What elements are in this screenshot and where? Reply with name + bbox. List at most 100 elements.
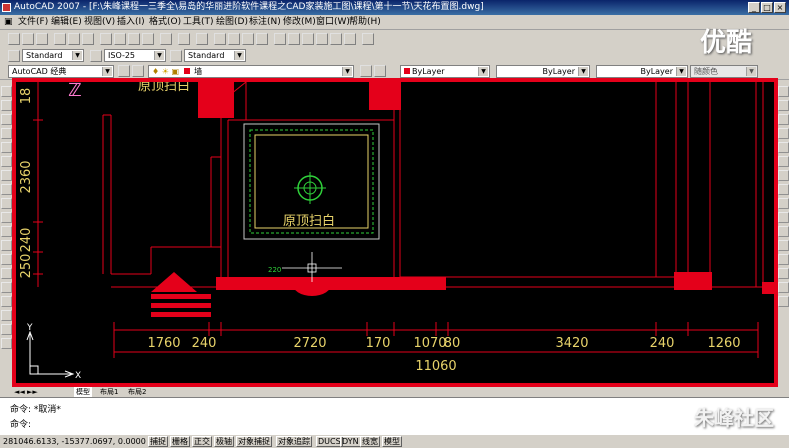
gradient-icon[interactable] [1, 296, 12, 307]
workspace-select[interactable]: AutoCAD 经典 ▼ [8, 65, 114, 78]
copy-object-icon[interactable] [778, 100, 789, 111]
region-icon[interactable] [1, 310, 12, 321]
line-icon[interactable] [1, 86, 12, 97]
save-icon[interactable] [36, 33, 48, 45]
command-line[interactable]: 命令: *取消* 命令: [0, 397, 789, 434]
drawing-canvas[interactable]: 原顶扫白 原顶扫白 220 18 2360 240 250 1760 240 2… [12, 78, 778, 387]
tab-layout2[interactable]: 布局2 [126, 387, 148, 397]
menu-file[interactable]: 文件(F) [18, 16, 48, 28]
lineweight-select[interactable]: ByLayer ▼ [596, 65, 688, 78]
polar-toggle[interactable]: 极轴 [214, 436, 234, 447]
paste-icon[interactable] [128, 33, 140, 45]
new-file-icon[interactable] [8, 33, 20, 45]
table-style-select[interactable]: Standard ▼ [184, 49, 246, 62]
menu-draw[interactable]: 绘图(D) [216, 16, 248, 28]
circle-icon[interactable] [1, 170, 12, 181]
break-icon[interactable] [778, 240, 789, 251]
layer-previous-icon[interactable] [374, 65, 386, 77]
workspace-settings-icon[interactable] [118, 65, 130, 77]
copy-icon[interactable] [114, 33, 126, 45]
model-space-toggle[interactable]: 模型 [382, 436, 402, 447]
point-icon[interactable] [1, 268, 12, 279]
osnap-toggle[interactable]: 对象捕捉 [236, 436, 272, 447]
dim-style-select[interactable]: ISO-25 ▼ [104, 49, 166, 62]
minimize-button[interactable]: _ [748, 2, 760, 13]
zoom-previous-icon[interactable] [256, 33, 268, 45]
polygon-icon[interactable] [1, 128, 12, 139]
polyline-icon[interactable] [1, 114, 12, 125]
match-properties-icon[interactable] [142, 33, 154, 45]
text-style-select[interactable]: Standard ▼ [22, 49, 84, 62]
plot-preview-icon[interactable] [68, 33, 80, 45]
undo-icon[interactable] [178, 33, 190, 45]
grid-toggle[interactable]: 栅格 [170, 436, 190, 447]
menu-edit[interactable]: 编辑(E) [51, 16, 82, 28]
redo-icon[interactable] [196, 33, 208, 45]
multiline-text-icon[interactable] [1, 338, 12, 349]
ortho-toggle[interactable]: 正交 [192, 436, 212, 447]
design-center-icon[interactable] [288, 33, 300, 45]
menu-format[interactable]: 格式(O) [149, 16, 181, 28]
markup-icon[interactable] [330, 33, 342, 45]
maximize-button[interactable]: □ [761, 2, 773, 13]
extend-icon[interactable] [778, 226, 789, 237]
publish-icon[interactable] [82, 33, 94, 45]
construction-line-icon[interactable] [1, 100, 12, 111]
mirror-icon[interactable] [778, 114, 789, 125]
menu-tools[interactable]: 工具(T) [183, 16, 214, 28]
offset-icon[interactable] [778, 128, 789, 139]
dyn-toggle[interactable]: DYN [340, 436, 361, 447]
table-icon[interactable] [1, 324, 12, 335]
tab-layout1[interactable]: 布局1 [98, 387, 120, 397]
color-select[interactable]: ByLayer ▼ [400, 65, 490, 78]
otrack-toggle[interactable]: 对象追踪 [276, 436, 312, 447]
autocad-app-icon[interactable] [2, 3, 11, 12]
plotstyle-select[interactable]: 随颜色 ▼ [690, 65, 758, 78]
insert-block-icon[interactable] [1, 240, 12, 251]
menu-window[interactable]: 窗口(W) [316, 16, 350, 28]
chamfer-icon[interactable] [778, 268, 789, 279]
move-icon[interactable] [778, 156, 789, 167]
fillet-icon[interactable] [778, 282, 789, 293]
menu-view[interactable]: 视图(V) [84, 16, 115, 28]
zoom-window-icon[interactable] [242, 33, 254, 45]
tab-nav-icon[interactable]: ◄◄ ►► [14, 387, 38, 397]
spline-icon[interactable] [1, 198, 12, 209]
trim-icon[interactable] [778, 212, 789, 223]
array-icon[interactable] [778, 142, 789, 153]
linetype-select[interactable]: ByLayer ▼ [496, 65, 590, 78]
hatch-icon[interactable] [1, 282, 12, 293]
scale-icon[interactable] [778, 184, 789, 195]
ellipse-icon[interactable] [1, 212, 12, 223]
ellipse-arc-icon[interactable] [1, 226, 12, 237]
open-file-icon[interactable] [22, 33, 34, 45]
cut-icon[interactable] [100, 33, 112, 45]
sheet-set-icon[interactable] [316, 33, 328, 45]
text-style-icon[interactable] [8, 50, 20, 62]
menu-modify[interactable]: 修改(M) [283, 16, 316, 28]
stretch-icon[interactable] [778, 198, 789, 209]
layer-select[interactable]: ♦ ☀ ▣ 墙 ▼ [148, 65, 354, 78]
close-button[interactable]: × [774, 2, 786, 13]
snap-toggle[interactable]: 捕捉 [148, 436, 168, 447]
rotate-icon[interactable] [778, 170, 789, 181]
layer-manager-icon[interactable] [132, 65, 144, 77]
calculator-icon[interactable] [344, 33, 356, 45]
table-style-icon[interactable] [170, 50, 182, 62]
rectangle-icon[interactable] [1, 142, 12, 153]
help-icon[interactable] [362, 33, 374, 45]
make-block-icon[interactable] [1, 254, 12, 265]
arc-icon[interactable] [1, 156, 12, 167]
tool-palettes-icon[interactable] [302, 33, 314, 45]
dim-style-icon[interactable] [90, 50, 102, 62]
drawing-icon-menu[interactable]: ▣ [4, 16, 13, 28]
lineweight-toggle[interactable]: 线宽 [360, 436, 380, 447]
revision-cloud-icon[interactable] [1, 184, 12, 195]
erase-icon[interactable] [778, 86, 789, 97]
pan-icon[interactable] [214, 33, 226, 45]
make-current-layer-icon[interactable] [360, 65, 372, 77]
menu-dimension[interactable]: 标注(N) [249, 16, 281, 28]
plot-icon[interactable] [54, 33, 66, 45]
command-prompt[interactable]: 命令: [10, 419, 31, 431]
explode-icon[interactable] [778, 296, 789, 307]
